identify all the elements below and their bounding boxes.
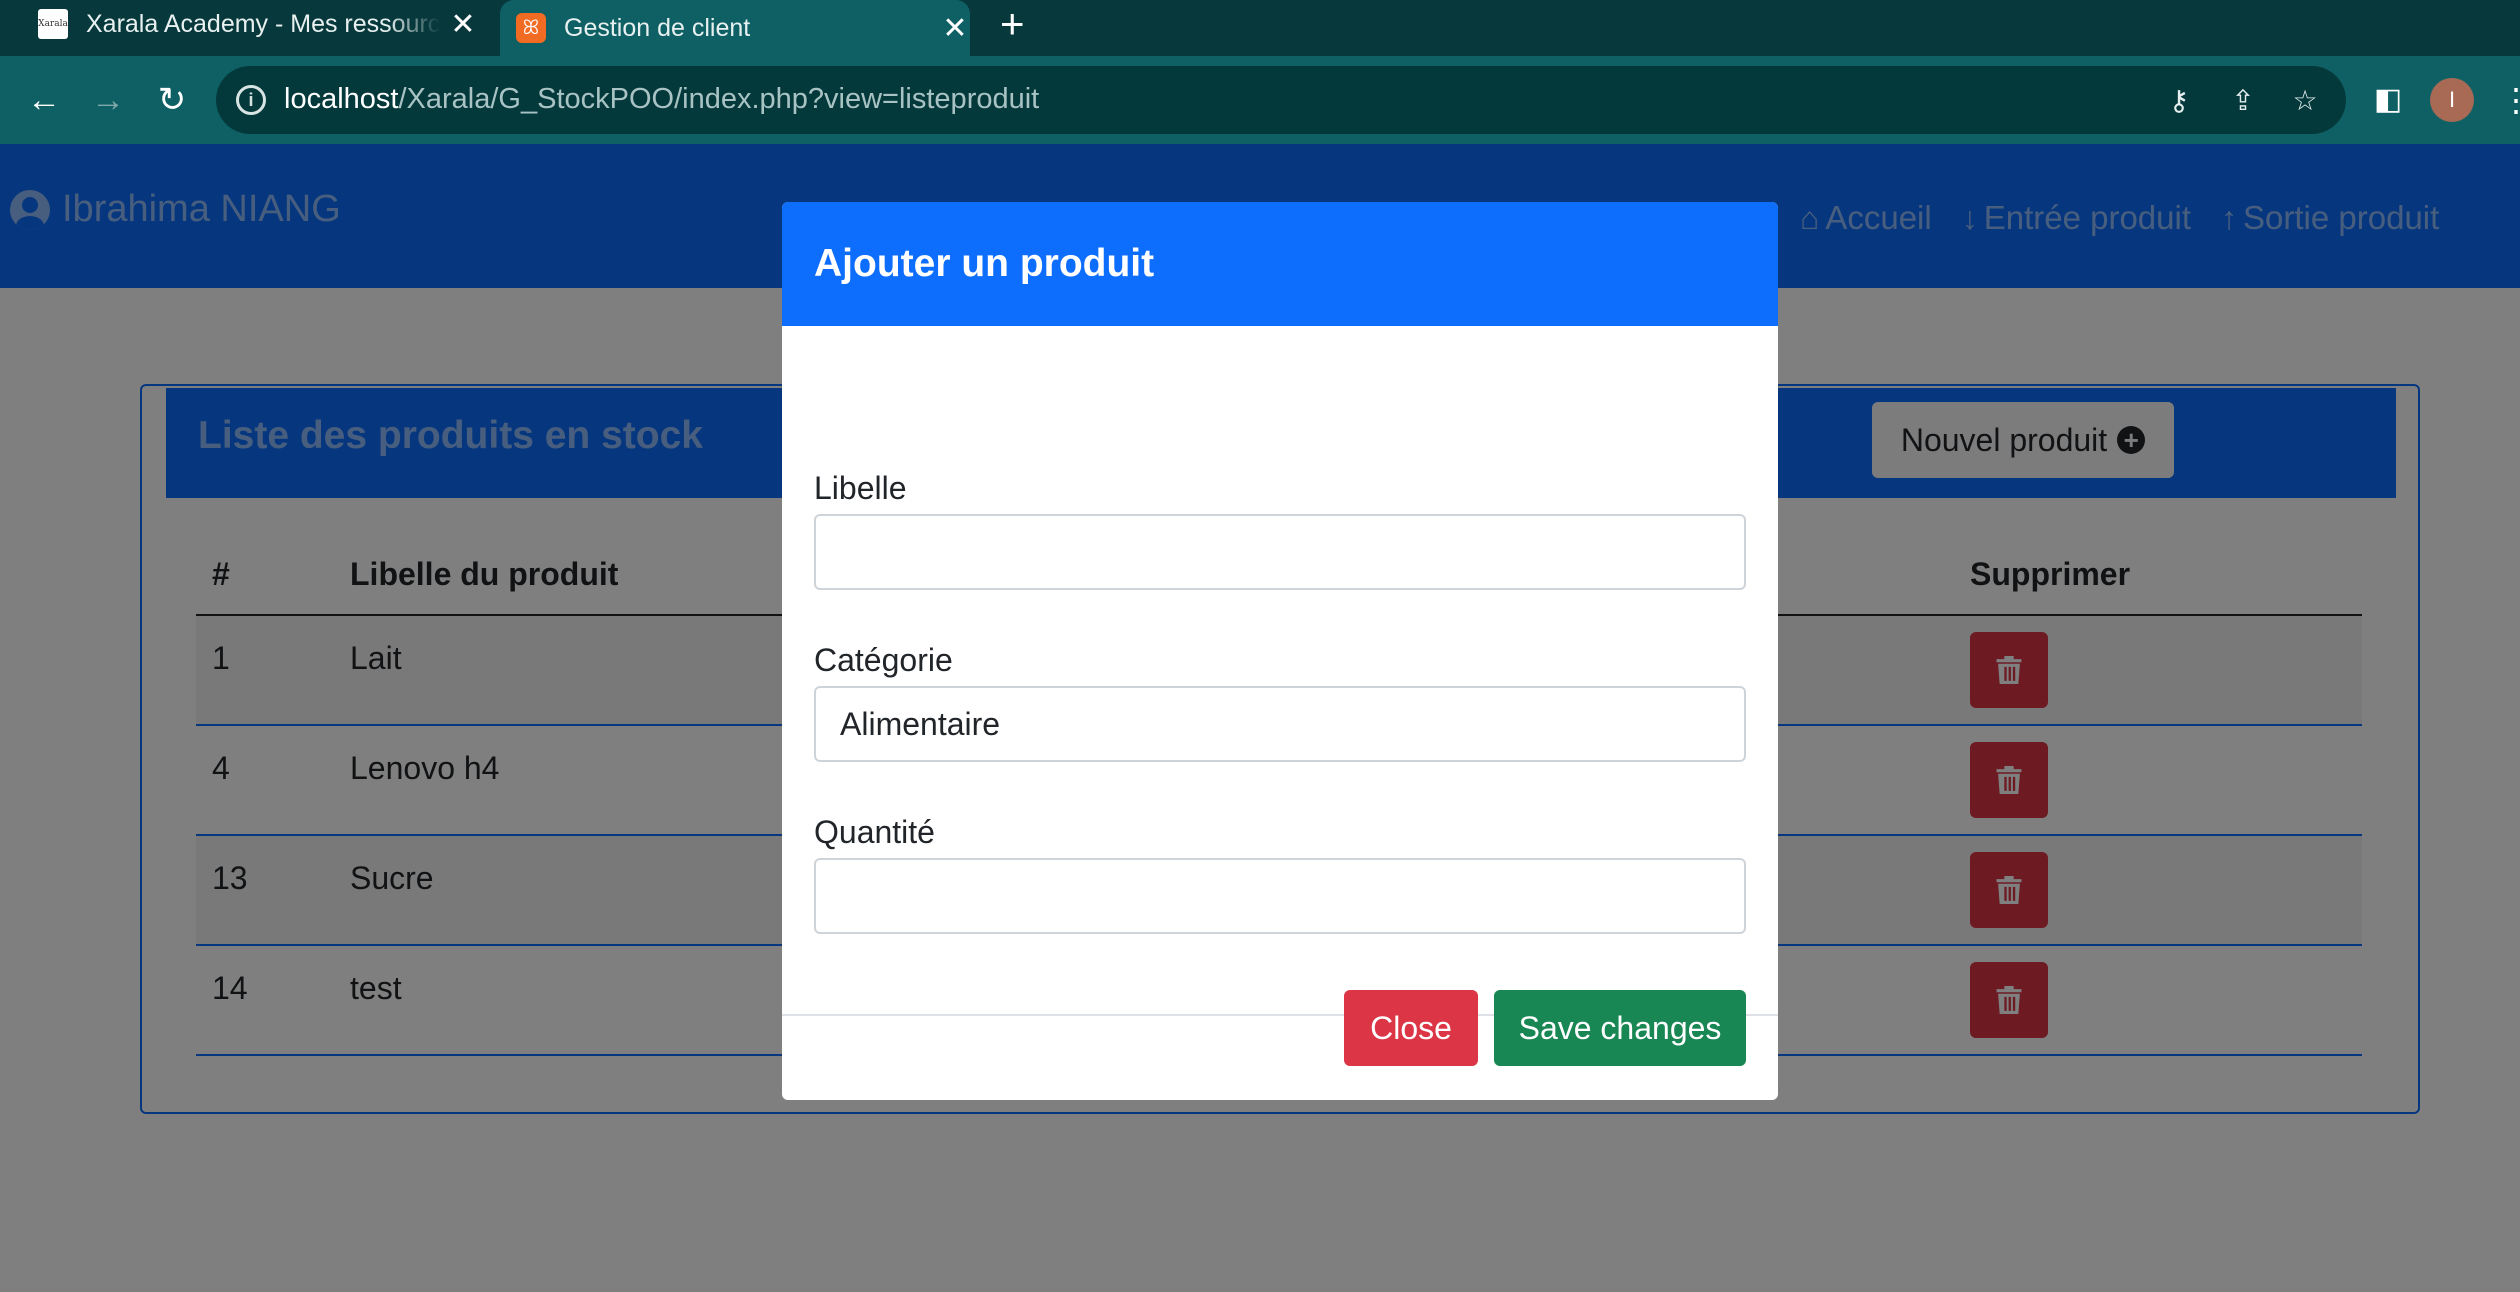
xarala-favicon-icon: Xarala	[38, 9, 68, 39]
reload-icon[interactable]: ↻	[148, 76, 196, 124]
forward-arrow-icon[interactable]: →	[84, 76, 132, 124]
xampp-favicon-icon: ꕤ	[516, 13, 546, 43]
browser-tab-gestion-client[interactable]: ꕤ Gestion de client ✕	[500, 0, 970, 56]
share-icon[interactable]: ⇪	[2226, 84, 2260, 118]
url-text[interactable]: localhost/Xarala/G_StockPOO/index.php?vi…	[284, 83, 1039, 116]
save-changes-button[interactable]: Save changes	[1494, 990, 1746, 1066]
browser-tab-xarala[interactable]: Xarala Xarala Academy - Mes ressources ✕	[38, 0, 478, 48]
site-info-icon[interactable]: i	[236, 85, 266, 115]
profile-avatar[interactable]: I	[2430, 78, 2474, 122]
libelle-label: Libelle	[814, 470, 907, 506]
add-product-modal: Ajouter un produit Libelle Catégorie Qua…	[782, 202, 1778, 1100]
browser-menu-icon[interactable]: ⋮	[2500, 76, 2520, 124]
url-path: /Xarala/G_StockPOO/index.php?view=listep…	[398, 83, 1040, 115]
url-host: localhost	[284, 83, 399, 115]
categorie-input[interactable]	[814, 686, 1746, 762]
side-panel-icon[interactable]: ◧	[2368, 78, 2408, 122]
back-arrow-icon[interactable]: ←	[20, 76, 68, 124]
close-button[interactable]: Close	[1344, 990, 1478, 1066]
password-key-icon[interactable]: ⚷	[2162, 84, 2196, 118]
browser-tab-bar: Xarala Xarala Academy - Mes ressources ✕…	[0, 0, 2520, 56]
quantite-input[interactable]	[814, 858, 1746, 934]
browser-toolbar: ← → ↻ i localhost/Xarala/G_StockPOO/inde…	[0, 56, 2520, 144]
tab-title: Xarala Academy - Mes ressources	[86, 9, 440, 38]
modal-title: Ajouter un produit	[814, 242, 1155, 285]
modal-header: Ajouter un produit	[782, 202, 1778, 326]
close-tab-icon[interactable]: ✕	[448, 7, 478, 42]
tab-title: Gestion de client	[564, 13, 751, 42]
new-tab-button[interactable]: +	[1000, 2, 1025, 46]
close-tab-icon[interactable]: ✕	[940, 11, 970, 46]
libelle-input[interactable]	[814, 514, 1746, 590]
address-bar[interactable]: i localhost/Xarala/G_StockPOO/index.php?…	[216, 66, 2346, 134]
bookmark-star-icon[interactable]: ☆	[2288, 84, 2322, 118]
categorie-label: Catégorie	[814, 642, 953, 678]
quantite-label: Quantité	[814, 814, 935, 850]
page-viewport: Ibrahima NIANG ⌂ Accueil ↓ Entrée produi…	[0, 144, 2520, 1292]
